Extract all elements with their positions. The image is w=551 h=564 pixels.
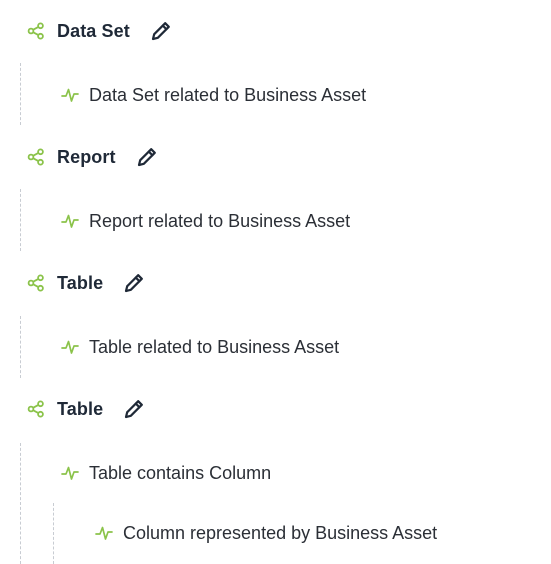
relation-item[interactable]: Report related to Business Asset: [61, 207, 350, 235]
relation-label: Column represented by Business Asset: [123, 522, 438, 543]
group-header-table: Table: [26, 393, 147, 425]
edit-pencil-icon[interactable]: [148, 18, 174, 44]
group-header-report: Report: [26, 141, 160, 173]
group-title: Report: [57, 146, 116, 167]
group-header-table: Table: [26, 267, 147, 299]
edit-pencil-icon[interactable]: [134, 144, 160, 170]
pulse-icon: [61, 212, 79, 230]
pulse-icon: [61, 86, 79, 104]
group-title: Data Set: [57, 20, 130, 41]
relation-label: Table related to Business Asset: [89, 336, 340, 357]
tree-guide-line: [20, 189, 21, 251]
group-title: Table: [57, 398, 104, 419]
tree-guide-line: [20, 443, 21, 564]
relation-item[interactable]: Data Set related to Business Asset: [61, 81, 366, 109]
pulse-icon: [61, 464, 79, 482]
share-nodes-icon: [26, 399, 46, 419]
relation-label: Report related to Business Asset: [89, 210, 351, 231]
group-title: Table: [57, 272, 104, 293]
tree-guide-line: [20, 63, 21, 125]
share-nodes-icon: [26, 21, 46, 41]
share-nodes-icon: [26, 273, 46, 293]
relation-label: Table contains Column: [89, 462, 272, 483]
nested-relation-item[interactable]: Column represented by Business Asset: [95, 519, 437, 547]
tree-guide-line-nested: [53, 503, 54, 564]
pulse-icon: [61, 338, 79, 356]
pulse-icon: [95, 524, 113, 542]
relation-item[interactable]: Table related to Business Asset: [61, 333, 339, 361]
relation-label: Data Set related to Business Asset: [89, 84, 367, 105]
edit-pencil-icon[interactable]: [121, 396, 147, 422]
relation-item[interactable]: Table contains Column: [61, 459, 271, 487]
share-nodes-icon: [26, 147, 46, 167]
group-header-data-set: Data Set: [26, 15, 174, 47]
edit-pencil-icon[interactable]: [121, 270, 147, 296]
tree-guide-line: [20, 316, 21, 378]
